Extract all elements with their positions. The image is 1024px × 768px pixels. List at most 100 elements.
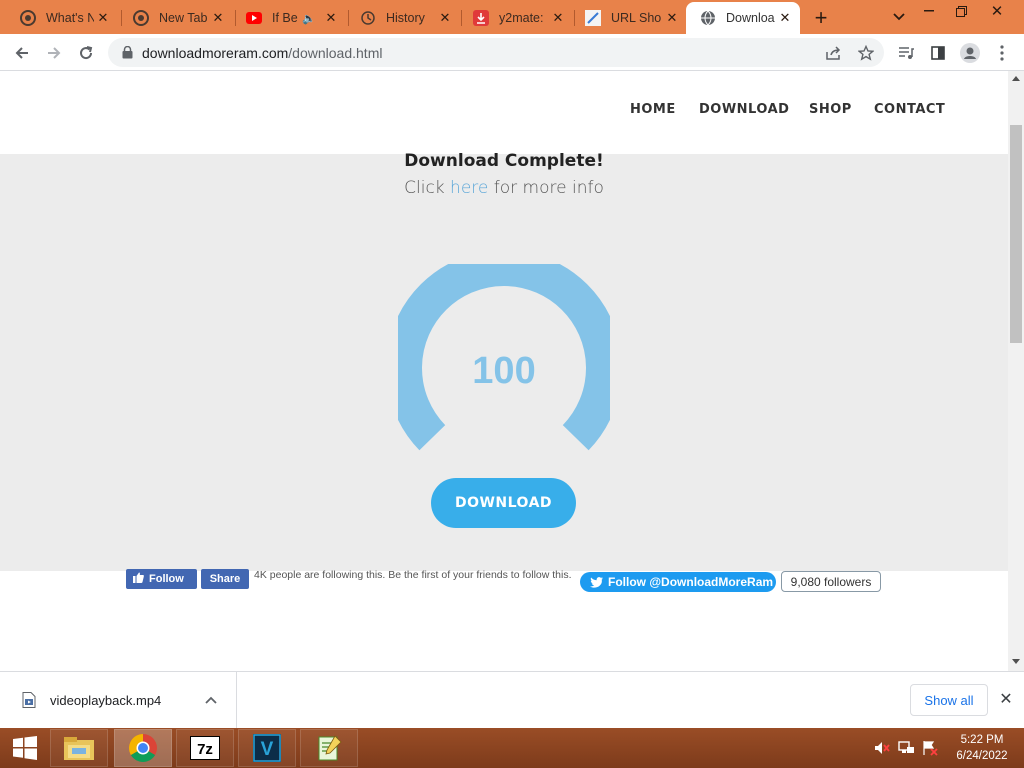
twitter-bird-icon xyxy=(590,576,603,588)
social-bar: Follow Share 4K people are following thi… xyxy=(0,569,1008,671)
show-all-button[interactable]: Show all xyxy=(910,684,988,716)
notepad-icon xyxy=(318,735,342,761)
tab-y2mate[interactable]: y2mate: ✕ xyxy=(459,2,573,34)
scroll-up-arrow[interactable] xyxy=(1012,76,1020,81)
vegas-icon: V xyxy=(253,734,281,762)
tab-title: Downloa xyxy=(726,11,775,25)
facebook-share-button[interactable]: Share xyxy=(201,569,249,589)
media-control-icon[interactable] xyxy=(892,39,920,67)
twitter-follow-label: Follow @DownloadMoreRam xyxy=(608,575,774,589)
share-icon[interactable] xyxy=(820,38,848,67)
chrome-icon xyxy=(20,10,36,26)
tab-title: If Be xyxy=(272,11,298,25)
lock-icon[interactable] xyxy=(120,46,134,60)
page-scrollbar[interactable] xyxy=(1008,71,1024,671)
download-button[interactable]: DOWNLOAD xyxy=(431,478,576,528)
minimize-button[interactable] xyxy=(914,0,944,22)
tab-new-tab[interactable]: New Tab ✕ xyxy=(119,2,233,34)
scroll-down-arrow[interactable] xyxy=(1012,659,1020,664)
download-icon xyxy=(473,10,489,26)
close-icon[interactable]: ✕ xyxy=(94,9,112,27)
bookmark-star-icon[interactable] xyxy=(852,38,880,67)
globe-icon xyxy=(700,10,716,26)
twitter-follower-count[interactable]: 9,080 followers xyxy=(781,571,881,592)
chevron-up-icon[interactable] xyxy=(196,685,226,715)
back-button[interactable] xyxy=(8,39,36,67)
clock-time: 5:22 PM xyxy=(960,734,1004,746)
tab-title: URL Sho xyxy=(611,11,662,25)
info-suffix: for more info xyxy=(488,178,604,198)
tab-download-active[interactable]: Downloa ✕ xyxy=(686,2,800,34)
thumbs-up-icon xyxy=(133,572,144,586)
more-info-text: Click here for more info xyxy=(0,178,1008,198)
close-icon[interactable]: ✕ xyxy=(549,9,567,27)
start-button[interactable] xyxy=(0,728,50,768)
chrome-icon xyxy=(129,734,157,762)
taskbar-7zip[interactable]: 7z xyxy=(176,729,234,767)
close-icon[interactable]: ✕ xyxy=(436,9,454,27)
site-navbar: HOME DOWNLOAD SHOP CONTACT xyxy=(0,71,1008,154)
facebook-follow-button[interactable]: Follow xyxy=(126,569,197,589)
link-icon xyxy=(585,10,601,26)
more-info-link[interactable]: here xyxy=(450,178,488,198)
7zip-icon: 7z xyxy=(190,736,220,760)
network-icon[interactable] xyxy=(896,728,916,768)
facebook-social-text: 4K people are following this. Be the fir… xyxy=(254,569,572,581)
gauge-value: 100 xyxy=(472,350,536,392)
tab-search-icon[interactable] xyxy=(886,6,912,28)
close-icon[interactable]: ✕ xyxy=(322,9,340,27)
tab-title: History xyxy=(386,11,425,25)
page-title: Download Complete! xyxy=(404,151,604,171)
video-file-icon xyxy=(22,692,36,708)
twitter-follow-button[interactable]: Follow @DownloadMoreRam xyxy=(580,572,776,592)
svg-text:7z: 7z xyxy=(197,741,213,758)
browser-toolbar: downloadmoreram.com/download.html xyxy=(0,34,1024,71)
address-bar[interactable]: downloadmoreram.com/download.html xyxy=(108,38,884,67)
download-hero: Download Complete! Click here for more i… xyxy=(0,151,1008,571)
forward-button[interactable] xyxy=(40,39,68,67)
tab-history[interactable]: History ✕ xyxy=(346,2,460,34)
facebook-follow-label: Follow xyxy=(149,573,184,585)
new-tab-button[interactable]: + xyxy=(808,5,834,31)
windows-logo-icon xyxy=(13,736,37,760)
speaker-icon[interactable]: 🔈 xyxy=(302,12,322,25)
download-item[interactable]: videoplayback.mp4 xyxy=(0,672,237,728)
close-window-button[interactable]: ✕ xyxy=(982,0,1012,22)
file-explorer-icon xyxy=(64,737,94,760)
tab-strip: What's N ✕ New Tab ✕ If Be 🔈 ✕ History ✕… xyxy=(0,0,1024,34)
side-panel-icon[interactable] xyxy=(924,39,952,67)
restore-button[interactable] xyxy=(946,0,976,22)
menu-kebab-icon[interactable] xyxy=(988,39,1016,67)
download-shelf: videoplayback.mp4 Show all ✕ xyxy=(0,671,1024,728)
volume-muted-icon[interactable] xyxy=(872,728,892,768)
url-host: downloadmoreram.com xyxy=(142,44,289,61)
taskbar-notepad[interactable] xyxy=(300,729,358,767)
tab-whats-new[interactable]: What's N ✕ xyxy=(6,2,118,34)
tab-youtube[interactable]: If Be 🔈 ✕ xyxy=(232,2,346,34)
taskbar-chrome[interactable] xyxy=(114,729,172,767)
taskbar-vegas[interactable]: V xyxy=(238,729,296,767)
close-icon[interactable]: ✕ xyxy=(994,687,1018,711)
scroll-thumb[interactable] xyxy=(1010,125,1022,343)
history-icon xyxy=(360,10,376,26)
nav-contact-link[interactable]: CONTACT xyxy=(874,102,945,117)
url-path: /download.html xyxy=(288,44,383,61)
action-center-flag-icon[interactable] xyxy=(920,728,940,768)
system-clock[interactable]: 5:22 PM 6/24/2022 xyxy=(944,732,1020,764)
chrome-icon xyxy=(133,10,149,26)
tab-title: What's N xyxy=(46,11,94,25)
close-icon[interactable]: ✕ xyxy=(776,9,794,27)
close-icon[interactable]: ✕ xyxy=(663,9,681,27)
url-text: downloadmoreram.com/download.html xyxy=(142,45,382,61)
tab-title: New Tab xyxy=(159,11,208,25)
reload-button[interactable] xyxy=(72,39,100,67)
tab-url-shortener[interactable]: URL Sho ✕ xyxy=(571,2,687,34)
nav-home-link[interactable]: HOME xyxy=(630,102,676,117)
taskbar-file-explorer[interactable] xyxy=(50,729,108,767)
nav-download-link[interactable]: DOWNLOAD xyxy=(699,102,789,117)
windows-taskbar: 7z V 5:22 PM 6/24/2022 xyxy=(0,728,1024,768)
tab-title: y2mate: xyxy=(499,11,544,25)
nav-shop-link[interactable]: SHOP xyxy=(809,102,852,117)
close-icon[interactable]: ✕ xyxy=(209,9,227,27)
profile-avatar[interactable] xyxy=(956,39,984,67)
